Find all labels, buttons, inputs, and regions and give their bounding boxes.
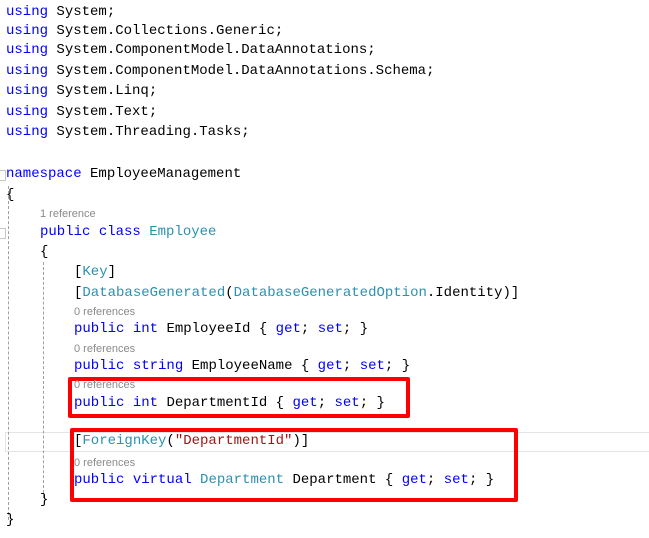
code-token: System.Threading.Tasks;	[48, 124, 250, 140]
keyword-token: set	[443, 472, 469, 488]
keyword-token: public	[40, 224, 91, 240]
code-token: System.ComponentModel.DataAnnotations.Sc…	[48, 63, 435, 79]
code-line: namespace EmployeeManagement	[6, 165, 241, 183]
code-line: using System.Text;	[6, 103, 157, 121]
code-line: public int EmployeeId { get; set; }	[74, 320, 368, 338]
code-token: System.Collections.Generic;	[48, 23, 284, 39]
code-token: ;	[426, 472, 444, 488]
keyword-token: using	[6, 63, 49, 79]
codelens-reference-count[interactable]: 0 references	[74, 305, 135, 319]
codelens-reference-count[interactable]: 0 references	[74, 456, 135, 470]
code-line: [DatabaseGenerated(DatabaseGeneratedOpti…	[74, 284, 519, 302]
code-line: public virtual Department Department { g…	[74, 471, 494, 489]
keyword-token: int	[132, 395, 159, 411]
code-token: ; }	[359, 395, 385, 411]
code-line: [Key]	[74, 263, 116, 281]
codelens-reference-count[interactable]: 1 reference	[40, 207, 96, 221]
type-token: Key	[82, 264, 108, 280]
keyword-token: namespace	[6, 166, 82, 182]
collapse-class-icon[interactable]	[0, 228, 6, 239]
keyword-token: public	[74, 321, 125, 337]
code-token: EmployeeId {	[158, 321, 276, 337]
code-token: System.ComponentModel.DataAnnotations;	[48, 42, 376, 58]
type-token: Department	[200, 472, 285, 488]
keyword-token: get	[401, 472, 427, 488]
code-token: System;	[48, 4, 116, 20]
code-line: public string EmployeeName { get; set; }	[74, 357, 410, 375]
keyword-token: set	[359, 358, 385, 374]
codelens-reference-count[interactable]: 0 references	[74, 378, 135, 392]
keyword-token: using	[6, 4, 49, 20]
keyword-token: using	[6, 42, 49, 58]
keyword-token: using	[6, 83, 49, 99]
code-token: {	[40, 244, 49, 260]
keyword-token: get	[275, 321, 301, 337]
code-line: }	[40, 491, 48, 509]
code-line: using System.ComponentModel.DataAnnotati…	[6, 62, 434, 80]
type-token: ForeignKey	[82, 433, 167, 449]
type-token: Employee	[149, 224, 217, 240]
code-line: using System;	[6, 3, 115, 21]
code-token: ; }	[384, 358, 411, 374]
codelens-reference-count[interactable]: 0 references	[74, 342, 135, 356]
keyword-token: virtual	[132, 472, 192, 488]
code-token: (	[225, 285, 234, 301]
code-line: public class Employee	[40, 223, 216, 241]
keyword-token: public	[74, 472, 125, 488]
keyword-token: int	[132, 321, 159, 337]
code-line: using System.Linq;	[6, 82, 157, 100]
keyword-token: class	[98, 224, 141, 240]
keyword-token: set	[317, 321, 343, 337]
keyword-token: string	[132, 358, 184, 374]
code-token: ;	[342, 358, 360, 374]
keyword-token: using	[6, 104, 49, 120]
code-token: Department {	[284, 472, 402, 488]
keyword-token: using	[6, 23, 49, 39]
code-line: [ForeignKey("DepartmentId")]	[74, 432, 309, 450]
code-token: ]	[107, 264, 117, 280]
code-token: }	[6, 512, 15, 528]
code-token: {	[6, 187, 15, 203]
string-token: "DepartmentId"	[174, 433, 293, 449]
code-token: DepartmentId {	[158, 395, 293, 411]
code-line: }	[6, 511, 14, 529]
code-line: using System.Threading.Tasks;	[6, 123, 250, 141]
keyword-token: set	[334, 395, 360, 411]
code-line: using System.ComponentModel.DataAnnotati…	[6, 41, 376, 59]
indent-guide	[8, 186, 9, 520]
keyword-token: public	[74, 395, 125, 411]
code-token: System.Text;	[48, 104, 158, 120]
type-token: DatabaseGenerated	[82, 285, 226, 301]
code-token: ;	[317, 395, 335, 411]
code-token: }	[40, 492, 49, 508]
code-token: )]	[292, 433, 310, 449]
code-token: ; }	[468, 472, 495, 488]
code-token: EmployeeManagement	[81, 166, 242, 182]
code-token: ; }	[342, 321, 369, 337]
code-line: {	[6, 186, 14, 204]
code-token: (	[166, 433, 175, 449]
code-line: public int DepartmentId { get; set; }	[74, 394, 385, 412]
code-token: ;	[300, 321, 318, 337]
code-token: .Identity)]	[426, 285, 520, 301]
type-token: DatabaseGeneratedOption	[233, 285, 427, 301]
code-line: using System.Collections.Generic;	[6, 22, 283, 40]
keyword-token: public	[74, 358, 125, 374]
code-token: EmployeeName {	[183, 358, 318, 374]
keyword-token: get	[292, 395, 318, 411]
keyword-token: using	[6, 124, 49, 140]
indent-guide	[43, 262, 44, 498]
code-line: {	[40, 243, 48, 261]
keyword-token: get	[317, 358, 343, 374]
code-token: System.Linq;	[48, 83, 158, 99]
